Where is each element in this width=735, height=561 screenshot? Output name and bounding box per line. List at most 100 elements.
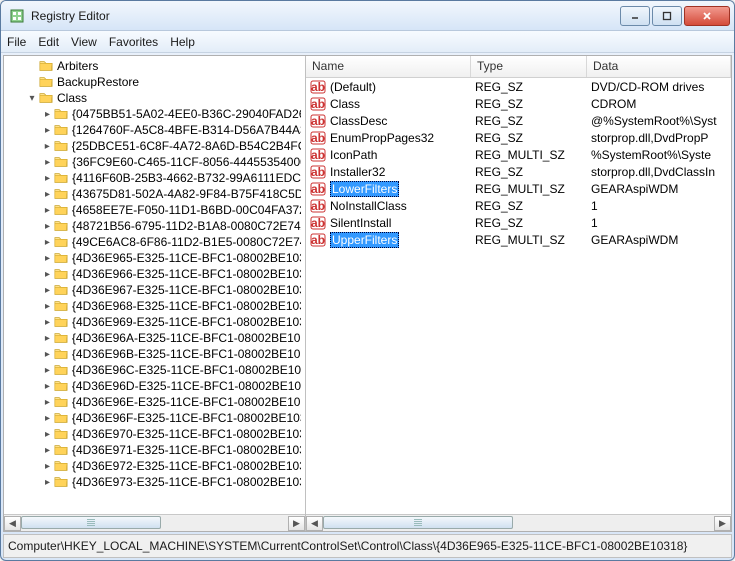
value-data: storprop.dll,DvdPropP: [587, 131, 731, 145]
tree-item[interactable]: ·BackupRestore: [4, 74, 305, 90]
menu-file[interactable]: File: [7, 35, 26, 49]
expand-icon[interactable]: ▸: [42, 317, 53, 328]
expand-icon[interactable]: ▸: [42, 461, 53, 472]
scroll-right-button[interactable]: ▶: [288, 516, 305, 531]
scroll-thumb[interactable]: [21, 516, 161, 529]
scroll-left-button[interactable]: ◀: [4, 516, 21, 531]
folder-icon: [53, 171, 69, 185]
scroll-track[interactable]: [323, 516, 714, 531]
expand-icon[interactable]: ▸: [42, 269, 53, 280]
expand-icon[interactable]: ▸: [42, 333, 53, 344]
expand-icon[interactable]: ▸: [42, 365, 53, 376]
expand-icon[interactable]: ▸: [42, 301, 53, 312]
value-row[interactable]: SilentInstallREG_SZ1: [306, 214, 731, 231]
menu-edit[interactable]: Edit: [38, 35, 59, 49]
tree-item[interactable]: ▸{4116F60B-25B3-4662-B732-99A6111EDC0B}: [4, 170, 305, 186]
expand-icon[interactable]: ▸: [42, 445, 53, 456]
expand-icon[interactable]: ▸: [42, 173, 53, 184]
expand-icon[interactable]: ▸: [42, 109, 53, 120]
tree-item[interactable]: ▾Class: [4, 90, 305, 106]
value-row[interactable]: UpperFiltersREG_MULTI_SZGEARAspiWDM: [306, 231, 731, 248]
expand-icon[interactable]: ▸: [42, 477, 53, 488]
value-name-cell: EnumPropPages32: [306, 130, 471, 146]
tree-item[interactable]: ▸{48721B56-6795-11D2-B1A8-0080C72E74A2}: [4, 218, 305, 234]
tree-item-label: {4D36E96A-E325-11CE-BFC1-08002BE10318}: [72, 331, 301, 345]
value-row[interactable]: ClassDescREG_SZ@%SystemRoot%\Syst: [306, 112, 731, 129]
expand-icon[interactable]: ▸: [42, 221, 53, 232]
column-name[interactable]: Name: [306, 56, 471, 77]
scroll-track[interactable]: [21, 516, 288, 531]
tree-item[interactable]: ▸{4D36E968-E325-11CE-BFC1-08002BE10318}: [4, 298, 305, 314]
value-name-cell: LowerFilters: [306, 181, 471, 197]
tree-item-label: {4D36E965-E325-11CE-BFC1-08002BE10318}: [72, 251, 301, 265]
tree-item[interactable]: ▸{4D36E972-E325-11CE-BFC1-08002BE10318}: [4, 458, 305, 474]
tree-item[interactable]: ▸{25DBCE51-6C8F-4A72-8A6D-B54C2B4FC835}: [4, 138, 305, 154]
values-list[interactable]: (Default)REG_SZDVD/CD-ROM drivesClassREG…: [306, 78, 731, 514]
expand-icon[interactable]: ▸: [42, 429, 53, 440]
expand-icon[interactable]: ▸: [42, 381, 53, 392]
tree-item[interactable]: ▸{4D36E973-E325-11CE-BFC1-08002BE10318}: [4, 474, 305, 490]
tree-item[interactable]: ▸{4D36E969-E325-11CE-BFC1-08002BE10318}: [4, 314, 305, 330]
scroll-left-button[interactable]: ◀: [306, 516, 323, 531]
expand-icon[interactable]: ▸: [42, 253, 53, 264]
tree-body[interactable]: ·Arbiters·BackupRestore▾Class▸{0475BB51-…: [4, 56, 305, 514]
value-row[interactable]: NoInstallClassREG_SZ1: [306, 197, 731, 214]
expand-icon[interactable]: ▸: [42, 237, 53, 248]
tree-item[interactable]: ▸{4D36E971-E325-11CE-BFC1-08002BE10318}: [4, 442, 305, 458]
folder-icon: [38, 75, 54, 89]
tree-hscrollbar[interactable]: ◀ ▶: [4, 514, 305, 531]
expand-icon[interactable]: ▸: [42, 141, 53, 152]
tree-item[interactable]: ▸{4D36E967-E325-11CE-BFC1-08002BE10318}: [4, 282, 305, 298]
tree-item[interactable]: ▸{4658EE7E-F050-11D1-B6BD-00C04FA372A7}: [4, 202, 305, 218]
expand-icon[interactable]: ▸: [42, 413, 53, 424]
expand-icon[interactable]: ▸: [42, 349, 53, 360]
collapse-icon[interactable]: ▾: [26, 93, 38, 104]
value-row[interactable]: LowerFiltersREG_MULTI_SZGEARAspiWDM: [306, 180, 731, 197]
tree-item[interactable]: ▸{4D36E96F-E325-11CE-BFC1-08002BE10318}: [4, 410, 305, 426]
scroll-thumb[interactable]: [323, 516, 513, 529]
menu-favorites[interactable]: Favorites: [109, 35, 158, 49]
value-name: SilentInstall: [330, 216, 391, 230]
column-data[interactable]: Data: [587, 56, 731, 77]
expand-icon[interactable]: ▸: [42, 397, 53, 408]
folder-icon: [53, 123, 69, 137]
values-hscrollbar[interactable]: ◀ ▶: [306, 514, 731, 531]
tree-item[interactable]: ▸ {4D36E96C-E325-11CE-BFC1-08002BE10318}: [4, 362, 305, 378]
value-row[interactable]: ClassREG_SZCDROM: [306, 95, 731, 112]
value-row[interactable]: EnumPropPages32REG_SZstorprop.dll,DvdPro…: [306, 129, 731, 146]
tree-item[interactable]: ▸{49CE6AC8-6F86-11D2-B1E5-0080C72E74A2}: [4, 234, 305, 250]
expand-icon[interactable]: ▸: [42, 285, 53, 296]
tree-item[interactable]: ▸{4D36E970-E325-11CE-BFC1-08002BE10318}: [4, 426, 305, 442]
expand-icon[interactable]: ▸: [42, 157, 53, 168]
value-type: REG_SZ: [471, 199, 587, 213]
tree-item[interactable]: ▸ {4D36E965-E325-11CE-BFC1-08002BE10318}: [4, 250, 305, 266]
tree-item[interactable]: ▸ {4D36E96A-E325-11CE-BFC1-08002BE10318}: [4, 330, 305, 346]
tree-item[interactable]: ▸ {4D36E96B-E325-11CE-BFC1-08002BE10318}: [4, 346, 305, 362]
value-row[interactable]: (Default)REG_SZDVD/CD-ROM drives: [306, 78, 731, 95]
tree-item-label: {4D36E96B-E325-11CE-BFC1-08002BE10318}: [72, 347, 301, 361]
column-type[interactable]: Type: [471, 56, 587, 77]
folder-icon: [53, 107, 69, 121]
expand-icon[interactable]: ▸: [42, 189, 53, 200]
value-row[interactable]: Installer32REG_SZstorprop.dll,DvdClassIn: [306, 163, 731, 180]
titlebar[interactable]: Registry Editor: [1, 1, 734, 31]
scroll-right-button[interactable]: ▶: [714, 516, 731, 531]
expand-icon[interactable]: ▸: [42, 125, 53, 136]
tree-item[interactable]: ▸{4D36E966-E325-11CE-BFC1-08002BE10318}: [4, 266, 305, 282]
maximize-button[interactable]: [652, 6, 682, 26]
menu-view[interactable]: View: [71, 35, 97, 49]
tree-item[interactable]: ·Arbiters: [4, 58, 305, 74]
tree-item[interactable]: ▸{36FC9E60-C465-11CF-8056-444553540000}: [4, 154, 305, 170]
tree-item-label: {4D36E96C-E325-11CE-BFC1-08002BE10318}: [72, 363, 301, 377]
expand-icon[interactable]: ▸: [42, 205, 53, 216]
tree-item[interactable]: ▸{1264760F-A5C8-4BFE-B314-D56A7B44A362}: [4, 122, 305, 138]
close-button[interactable]: [684, 6, 730, 26]
tree-item[interactable]: ▸{4D36E96D-E325-11CE-BFC1-08002BE10318}: [4, 378, 305, 394]
minimize-button[interactable]: [620, 6, 650, 26]
tree-item[interactable]: ▸{4D36E96E-E325-11CE-BFC1-08002BE10318}: [4, 394, 305, 410]
menu-help[interactable]: Help: [170, 35, 195, 49]
status-path: Computer\HKEY_LOCAL_MACHINE\SYSTEM\Curre…: [8, 539, 687, 553]
tree-item[interactable]: ▸{43675D81-502A-4A82-9F84-B75F418C5DEA}: [4, 186, 305, 202]
tree-item[interactable]: ▸{0475BB51-5A02-4EE0-B36C-29040FAD2650}: [4, 106, 305, 122]
value-row[interactable]: IconPathREG_MULTI_SZ%SystemRoot%\Syste: [306, 146, 731, 163]
